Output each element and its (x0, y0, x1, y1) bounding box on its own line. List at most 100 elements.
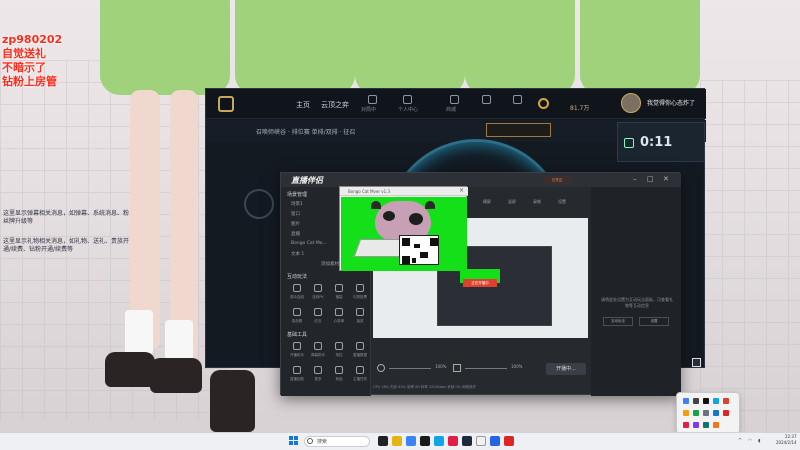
wallpaper-skirt (355, 0, 465, 95)
taskbar-app-icon[interactable] (476, 436, 486, 446)
taskbar-app-icon[interactable] (420, 436, 430, 446)
scene-item[interactable]: 窗口 (291, 211, 300, 217)
add-source-button[interactable]: 添加素材 (321, 261, 339, 267)
taskbar-app-icon[interactable] (392, 436, 402, 446)
tray-app-icon[interactable] (693, 398, 699, 404)
tray-chevron-icon[interactable]: ^ (738, 438, 742, 444)
bongo-cat-title-bar[interactable]: Bongo Cat Mver v1.3 × (340, 187, 468, 196)
interact-button[interactable]: 挑战赛 (287, 307, 307, 327)
scene-item[interactable]: 图片 (291, 221, 300, 227)
game-nav-icon[interactable] (450, 95, 459, 104)
game-nav-icon[interactable] (403, 95, 412, 104)
taskbar-app-icon[interactable] (378, 436, 388, 446)
interact-button[interactable]: 心愿单 (329, 307, 349, 327)
wallpaper-shoe (150, 358, 202, 393)
tray-app-icon[interactable] (713, 410, 719, 416)
windows-start-icon[interactable] (289, 436, 299, 446)
avatar[interactable] (621, 93, 641, 113)
tray-app-icon[interactable] (683, 422, 689, 428)
tray-app-icon[interactable] (703, 398, 709, 404)
coin-icon (538, 98, 549, 109)
player-profile[interactable]: 我觉得你心态炸了 (617, 90, 705, 120)
game-logo-icon[interactable] (218, 96, 234, 112)
interaction-panel-button[interactable]: 互动玩法 (603, 317, 633, 326)
toolbar-portrait[interactable]: 竖屏 (508, 199, 516, 205)
volume-icon[interactable]: ◖ (758, 438, 761, 444)
tray-app-icon[interactable] (703, 410, 709, 416)
tool-button[interactable]: 主播任务 (350, 365, 370, 385)
toolbar-record[interactable]: 录制 (533, 199, 541, 205)
scene-item[interactable]: 直播 (291, 231, 300, 237)
wifi-icon[interactable]: ◠ (748, 438, 752, 444)
gold-action-button[interactable] (486, 123, 551, 137)
interact-button[interactable]: 观众连线 (287, 283, 307, 303)
tray-app-icon[interactable] (713, 398, 719, 404)
taskbar-clock[interactable]: 22:37 2024/2/14 (776, 434, 797, 446)
taskbar-app-icon[interactable] (462, 436, 472, 446)
microphone-icon[interactable] (377, 364, 385, 372)
game-nav-icon[interactable] (513, 95, 522, 104)
game-nav-store[interactable]: 商城 (446, 106, 456, 113)
game-nav-ingame[interactable]: 对局中 (361, 106, 376, 113)
minimize-icon[interactable]: – (633, 175, 637, 183)
scene-section-title[interactable]: 场景管理 (287, 191, 307, 198)
wallpaper-sock (125, 310, 153, 355)
tool-button[interactable]: 商品 (329, 365, 349, 385)
mic-volume-slider[interactable] (389, 368, 431, 369)
interact-button[interactable]: 连线PK (308, 283, 328, 303)
interact-button[interactable]: 礼物投票 (350, 283, 370, 303)
streamer-title-bar: 直播伴侣 已关注 – □ ✕ (281, 173, 681, 187)
settings-panel-button[interactable]: 设置 (639, 317, 669, 326)
interact-button[interactable]: 福袋 (329, 283, 349, 303)
close-icon[interactable]: ✕ (663, 175, 669, 183)
tool-icon (293, 366, 301, 374)
game-nav-icon[interactable] (368, 95, 377, 104)
toolbar-settings[interactable]: 设置 (558, 199, 566, 205)
game-corner-icon[interactable] (692, 358, 701, 367)
taskbar-app-icon[interactable] (434, 436, 444, 446)
tray-app-icon[interactable] (703, 422, 709, 428)
interact-button[interactable]: 红包 (308, 307, 328, 327)
live-indicator-label: 正在开播中 (463, 279, 497, 287)
tray-app-icon[interactable] (693, 422, 699, 428)
game-nav-icon[interactable] (482, 95, 491, 104)
game-nav-profile[interactable]: 个人中心 (398, 106, 418, 113)
tool-icon (293, 342, 301, 350)
tray-app-icon[interactable] (723, 410, 729, 416)
tool-button[interactable]: 场控 (329, 341, 349, 361)
speaker-icon[interactable] (453, 364, 461, 372)
toolbar-landscape[interactable]: 横屏 (483, 199, 491, 205)
player-name: 我觉得你心态炸了 (647, 100, 696, 107)
tray-app-icon[interactable] (723, 398, 729, 404)
tool-button[interactable]: 开播助手 (287, 341, 307, 361)
stream-overlay-text: zp980202 自觉送礼 不暗示了 钻粉上房管 (2, 33, 62, 89)
game-nav-tft[interactable]: 云顶之弈 (321, 100, 349, 110)
tool-button[interactable]: 直播回放 (287, 365, 307, 385)
taskbar-app-icon[interactable] (448, 436, 458, 446)
tray-app-icon[interactable] (683, 398, 689, 404)
tray-app-icon[interactable] (683, 410, 689, 416)
follow-button[interactable]: 已关注 (543, 176, 571, 184)
speaker-volume-slider[interactable] (465, 368, 507, 369)
bongo-cat-window[interactable]: Bongo Cat Mver v1.3 × (339, 186, 468, 271)
tray-app-icon[interactable] (693, 410, 699, 416)
taskbar-search-input[interactable]: 搜索 (304, 436, 370, 447)
tray-app-icon[interactable] (713, 422, 719, 428)
game-nav-home[interactable]: 主页 (296, 100, 310, 110)
scene-item[interactable]: 文本 1 (291, 251, 304, 257)
start-stream-button[interactable]: 开播中... (546, 363, 586, 375)
taskbar-app-icon[interactable] (504, 436, 514, 446)
scene-item[interactable]: 场景1 (291, 201, 303, 207)
position-ring[interactable] (244, 189, 274, 219)
taskbar-app-icon[interactable] (490, 436, 500, 446)
tool-button[interactable]: 直播数据 (350, 341, 370, 361)
tool-button[interactable]: 弹幕助手 (308, 341, 328, 361)
tool-button[interactable]: 更多 (308, 365, 328, 385)
maximize-icon[interactable]: □ (647, 175, 654, 183)
tool-icon (356, 366, 364, 374)
close-icon[interactable]: × (459, 187, 464, 194)
interact-icon (335, 284, 343, 292)
taskbar-app-icon[interactable] (406, 436, 416, 446)
interact-button[interactable]: 抽奖 (350, 307, 370, 327)
scene-item[interactable]: Bongo Cat Mo... (291, 241, 327, 246)
